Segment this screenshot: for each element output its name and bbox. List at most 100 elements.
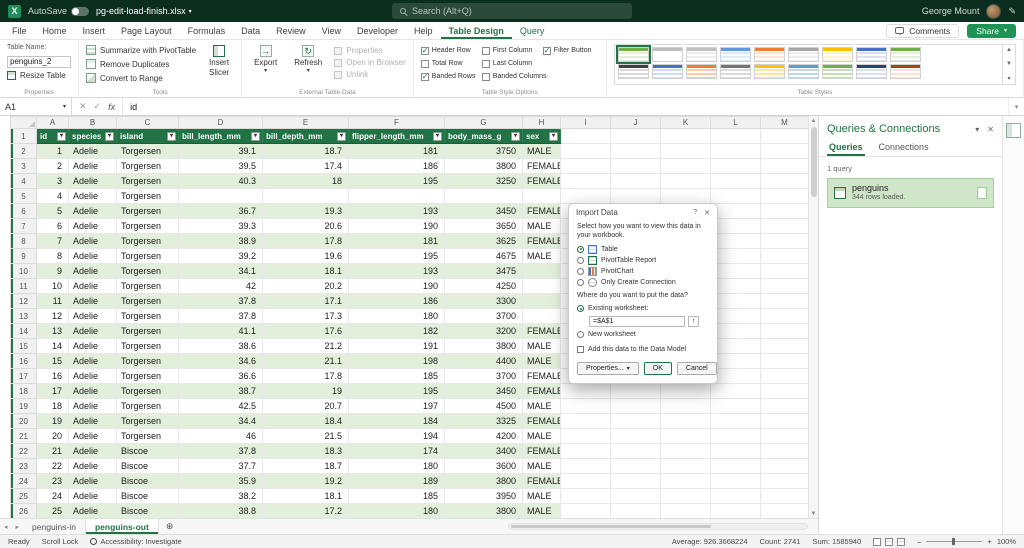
- filter-icon[interactable]: ▾: [167, 132, 176, 141]
- cell[interactable]: [611, 144, 661, 159]
- cell[interactable]: [761, 444, 809, 459]
- cell[interactable]: Adelie: [69, 174, 117, 189]
- cell[interactable]: Adelie: [69, 369, 117, 384]
- cell[interactable]: [711, 444, 761, 459]
- menu-tab-page-layout[interactable]: Page Layout: [113, 22, 180, 39]
- cell[interactable]: 21.5: [263, 429, 349, 444]
- cell[interactable]: [611, 459, 661, 474]
- cell[interactable]: 186: [349, 294, 445, 309]
- column-header-j[interactable]: J: [611, 117, 661, 129]
- cell[interactable]: Torgersen: [117, 144, 179, 159]
- table-header-bill-length-mm[interactable]: bill_length_mm▾: [179, 129, 263, 144]
- cell[interactable]: 10: [37, 279, 69, 294]
- cell[interactable]: [711, 279, 761, 294]
- cell[interactable]: Torgersen: [117, 354, 179, 369]
- search-input[interactable]: Search (Alt+Q): [392, 3, 632, 19]
- cell[interactable]: [711, 459, 761, 474]
- cell[interactable]: [561, 429, 611, 444]
- cell[interactable]: 15: [37, 354, 69, 369]
- cell[interactable]: FEMALE: [523, 174, 561, 189]
- row-header-3[interactable]: 3: [11, 159, 37, 174]
- cell[interactable]: [711, 384, 761, 399]
- cell[interactable]: Adelie: [69, 159, 117, 174]
- panel-tab-connections[interactable]: Connections: [877, 140, 931, 156]
- cell[interactable]: 190: [349, 279, 445, 294]
- table-style-swatch[interactable]: [618, 64, 649, 79]
- gallery-down-icon[interactable]: ▼: [1006, 61, 1012, 67]
- cell[interactable]: [761, 129, 809, 144]
- cell[interactable]: MALE: [523, 429, 561, 444]
- row-header-11[interactable]: 11: [11, 279, 37, 294]
- cell[interactable]: 4400: [445, 354, 523, 369]
- cell[interactable]: Biscoe: [117, 504, 179, 519]
- cell[interactable]: 190: [349, 219, 445, 234]
- cell[interactable]: Biscoe: [117, 489, 179, 504]
- pivottable-report-radio[interactable]: [577, 257, 584, 264]
- table-header-bill-depth-mm[interactable]: bill_depth_mm▾: [263, 129, 349, 144]
- cell[interactable]: [561, 399, 611, 414]
- cell[interactable]: 17.8: [263, 234, 349, 249]
- cell[interactable]: 18.3: [263, 444, 349, 459]
- cell[interactable]: [761, 384, 809, 399]
- data-model-checkbox[interactable]: [577, 346, 584, 353]
- cell[interactable]: 6: [37, 219, 69, 234]
- cell[interactable]: [761, 459, 809, 474]
- cell[interactable]: 3800: [445, 339, 523, 354]
- existing-worksheet-radio[interactable]: [577, 305, 584, 312]
- autosave-toggle[interactable]: AutoSave: [28, 6, 89, 16]
- view-option-table[interactable]: Table: [577, 244, 709, 255]
- cell[interactable]: [711, 309, 761, 324]
- cell[interactable]: Adelie: [69, 279, 117, 294]
- cell[interactable]: 34.4: [179, 414, 263, 429]
- cell[interactable]: 3650: [445, 219, 523, 234]
- cell[interactable]: 186: [349, 159, 445, 174]
- cell[interactable]: [761, 324, 809, 339]
- formula-input[interactable]: id: [123, 98, 1008, 115]
- cell[interactable]: 7: [37, 234, 69, 249]
- row-header-2[interactable]: 2: [11, 144, 37, 159]
- cell[interactable]: 37.8: [179, 294, 263, 309]
- cell[interactable]: [761, 369, 809, 384]
- style-option-first-column[interactable]: First Column: [482, 47, 538, 55]
- table-header-body-mass-g[interactable]: body_mass_g▾: [445, 129, 523, 144]
- cell[interactable]: [711, 189, 761, 204]
- cell[interactable]: 18.1: [263, 489, 349, 504]
- cell[interactable]: 20.6: [263, 219, 349, 234]
- cell[interactable]: Adelie: [69, 354, 117, 369]
- cell[interactable]: [711, 264, 761, 279]
- cell[interactable]: 17.3: [263, 309, 349, 324]
- cell[interactable]: 9: [37, 264, 69, 279]
- cell[interactable]: 38.8: [179, 504, 263, 519]
- cell[interactable]: [761, 144, 809, 159]
- cell[interactable]: 194: [349, 429, 445, 444]
- cell[interactable]: [179, 189, 263, 204]
- cell[interactable]: [661, 414, 711, 429]
- filter-icon[interactable]: ▾: [337, 132, 346, 141]
- cell[interactable]: Torgersen: [117, 369, 179, 384]
- cell[interactable]: 185: [349, 369, 445, 384]
- cell[interactable]: 17.2: [263, 504, 349, 519]
- cell[interactable]: [711, 219, 761, 234]
- cell[interactable]: 197: [349, 399, 445, 414]
- cell[interactable]: Torgersen: [117, 429, 179, 444]
- accessibility-status[interactable]: Accessibility: Investigate: [90, 537, 181, 546]
- cancel-entry-icon[interactable]: ✕: [79, 101, 87, 112]
- cell[interactable]: [523, 264, 561, 279]
- menu-tab-file[interactable]: File: [4, 22, 35, 39]
- row-header-14[interactable]: 14: [11, 324, 37, 339]
- cell[interactable]: [711, 369, 761, 384]
- properties-button[interactable]: Properties: [334, 46, 406, 55]
- row-header-7[interactable]: 7: [11, 219, 37, 234]
- cell[interactable]: 20.2: [263, 279, 349, 294]
- cell[interactable]: MALE: [523, 354, 561, 369]
- cell[interactable]: 19.3: [263, 204, 349, 219]
- cell[interactable]: 42: [179, 279, 263, 294]
- cell[interactable]: [523, 189, 561, 204]
- table-name-input[interactable]: [7, 56, 71, 68]
- cell[interactable]: 174: [349, 444, 445, 459]
- pivotchart-radio[interactable]: [577, 268, 584, 275]
- cell[interactable]: Adelie: [69, 474, 117, 489]
- insert-slicer-button[interactable]: Insert Slicer: [204, 44, 234, 85]
- cell[interactable]: 3: [37, 174, 69, 189]
- view-option-pivotchart[interactable]: PivotChart: [577, 266, 709, 277]
